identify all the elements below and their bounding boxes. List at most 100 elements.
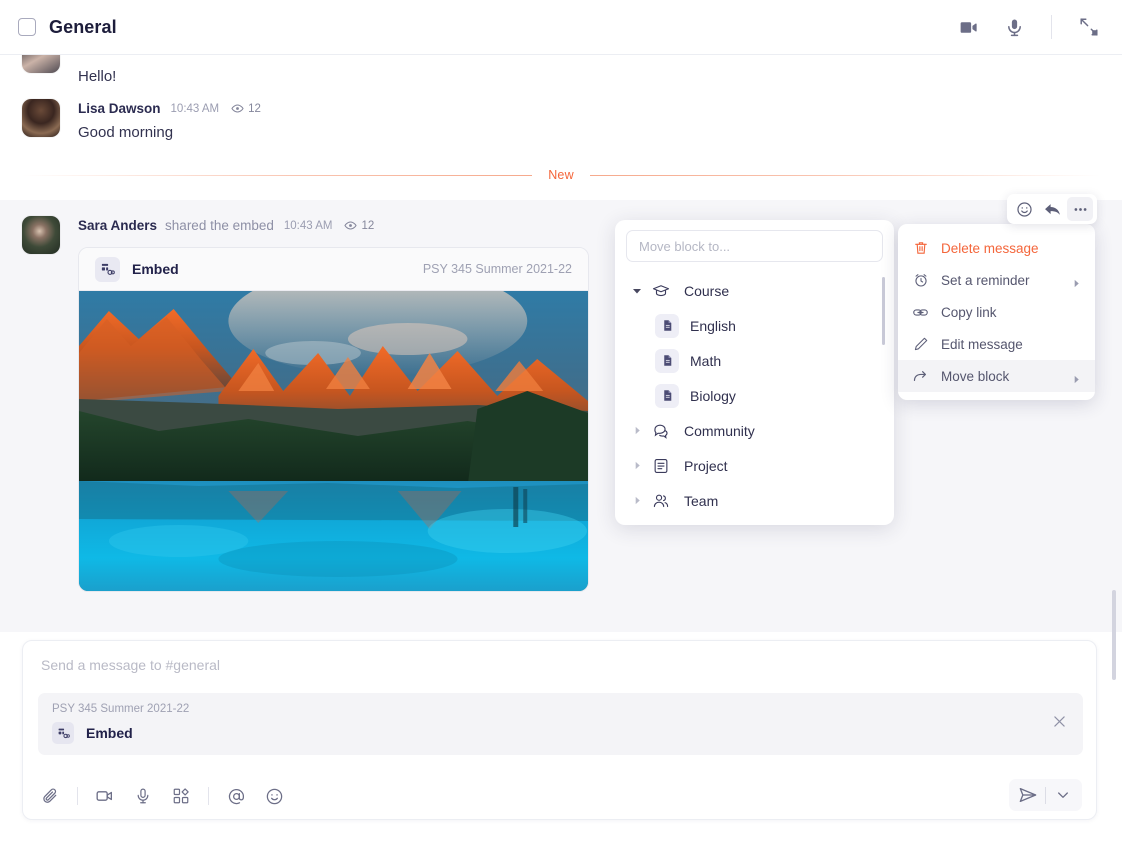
new-messages-divider: New [22, 165, 1100, 185]
embed-icon [95, 257, 120, 282]
message-author: Lisa Dawson [78, 101, 161, 116]
trash-icon [912, 240, 929, 257]
attachment-icon[interactable] [39, 785, 61, 807]
embed-title: Embed [132, 261, 179, 277]
send-icon[interactable] [1017, 784, 1039, 806]
message-author: Sara Anders [78, 218, 157, 233]
message-composer[interactable]: Send a message to #general PSY 345 Summe… [22, 640, 1097, 820]
pencil-icon [912, 336, 929, 353]
menu-item-label: Move block [941, 369, 1060, 384]
channel-header-left: General [0, 17, 117, 38]
message-item: Hello! [0, 55, 1122, 87]
message-views: 12 [344, 219, 374, 232]
close-icon[interactable] [1051, 713, 1069, 731]
embed-header: Embed PSY 345 Summer 2021-22 [79, 248, 588, 291]
divider-line-left [22, 175, 532, 176]
embed-icon [52, 722, 74, 744]
menu-item-label: Copy link [941, 305, 1081, 320]
chevron-down-icon[interactable] [1052, 784, 1074, 806]
chevron-right-icon [1072, 372, 1081, 381]
menu-item-set-a-reminder[interactable]: Set a reminder [898, 264, 1095, 296]
tree-item-label: Course [674, 283, 729, 299]
caret-down-icon[interactable] [626, 286, 648, 296]
emoji-icon[interactable] [263, 785, 285, 807]
send-divider [1045, 787, 1046, 804]
destination-tree: Course English Math [615, 273, 894, 518]
move-panel-scrollbar[interactable] [882, 277, 885, 345]
divider-line-right [590, 175, 1100, 176]
composer-attachment: PSY 345 Summer 2021-22 Embed [38, 693, 1083, 755]
microphone-icon[interactable] [1001, 14, 1027, 40]
menu-item-move-block[interactable]: Move block [898, 360, 1095, 392]
toolbar-divider [77, 787, 78, 805]
tree-item-community[interactable]: Community [626, 413, 894, 448]
attachment-source: PSY 345 Summer 2021-22 [52, 703, 1069, 715]
tree-item-english[interactable]: English [626, 308, 894, 343]
avatar [22, 216, 60, 254]
embed-source: PSY 345 Summer 2021-22 [423, 262, 572, 276]
apps-icon[interactable] [170, 785, 192, 807]
message-time: 10:43 AM [171, 103, 220, 115]
collapse-icon[interactable] [1076, 14, 1102, 40]
menu-item-edit-message[interactable]: Edit message [898, 328, 1095, 360]
caret-right-icon[interactable] [626, 461, 648, 470]
tree-item-course[interactable]: Course [626, 273, 894, 308]
menu-item-label: Set a reminder [941, 273, 1060, 288]
tree-item-label: Math [680, 353, 721, 369]
message-text: Good morning [78, 123, 261, 143]
eye-icon [344, 219, 357, 232]
chat-app: General Hello! [0, 0, 1122, 843]
tree-item-label: Team [674, 493, 718, 509]
page-scrollbar[interactable] [1112, 590, 1116, 680]
page-title: General [49, 17, 117, 38]
eye-icon [231, 102, 244, 115]
views-count: 12 [361, 220, 374, 232]
message-text: Hello! [78, 67, 116, 87]
message-meta: Lisa Dawson 10:43 AM 12 [78, 100, 261, 117]
tree-item-biology[interactable]: Biology [626, 378, 894, 413]
move-search-field[interactable] [626, 230, 883, 262]
attachment-row: Embed [52, 722, 1069, 744]
reply-icon[interactable] [1039, 197, 1065, 221]
new-label: New [532, 168, 590, 182]
message-hover-toolbar [1007, 194, 1097, 224]
tree-item-label: English [680, 318, 736, 334]
tree-item-math[interactable]: Math [626, 343, 894, 378]
video-call-icon[interactable] [955, 14, 981, 40]
chevron-right-icon [1072, 276, 1081, 285]
move-arrow-icon [912, 368, 929, 385]
more-options-icon[interactable] [1067, 197, 1093, 221]
caret-right-icon[interactable] [626, 496, 648, 505]
menu-item-delete-message[interactable]: Delete message [898, 232, 1095, 264]
embed-image [79, 291, 588, 591]
message-views: 12 [231, 102, 261, 115]
message-item: Lisa Dawson 10:43 AM 12 Good morning [0, 99, 1122, 143]
avatar [22, 99, 60, 137]
list-document-icon [648, 457, 674, 475]
document-icon [654, 384, 680, 408]
menu-item-copy-link[interactable]: Copy link [898, 296, 1095, 328]
chat-bubbles-icon [648, 422, 674, 440]
add-reaction-icon[interactable] [1011, 197, 1037, 221]
message-time: 10:43 AM [284, 220, 333, 232]
message-body: Hello! [60, 55, 116, 87]
document-icon [654, 349, 680, 373]
channel-header: General [0, 0, 1122, 55]
graduation-cap-icon [648, 282, 674, 300]
message-action-label: shared the embed [165, 218, 274, 233]
attachment-title: Embed [86, 725, 133, 741]
microphone-icon[interactable] [132, 785, 154, 807]
tree-item-label: Project [674, 458, 728, 474]
composer-placeholder[interactable]: Send a message to #general [41, 657, 220, 673]
video-icon[interactable] [94, 785, 116, 807]
tree-item-team[interactable]: Team [626, 483, 894, 518]
message-body: Lisa Dawson 10:43 AM 12 Good morning [60, 99, 261, 143]
caret-right-icon[interactable] [626, 426, 648, 435]
send-button-group [1009, 779, 1082, 811]
mention-icon[interactable] [225, 785, 247, 807]
embed-card[interactable]: Embed PSY 345 Summer 2021-22 [78, 247, 589, 592]
message-context-menu: Delete message Set a reminder Copy link … [898, 224, 1095, 400]
tree-item-project[interactable]: Project [626, 448, 894, 483]
channel-header-actions [955, 14, 1122, 40]
move-search-input[interactable] [639, 239, 870, 254]
